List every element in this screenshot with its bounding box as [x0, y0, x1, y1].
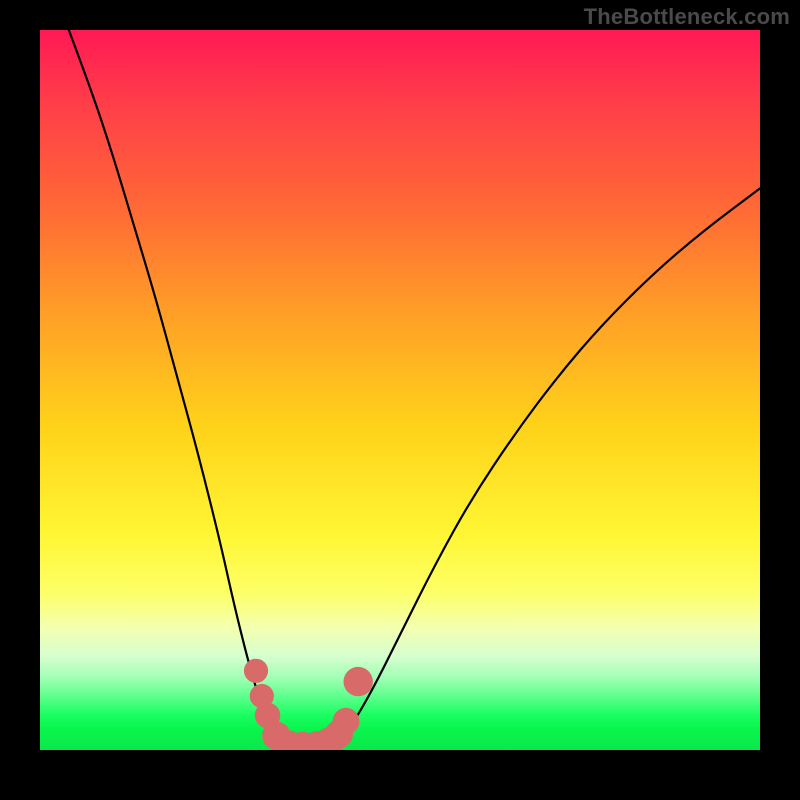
highlight-marker	[344, 667, 373, 696]
bottleneck-curve	[69, 30, 760, 749]
chart-frame: TheBottleneck.com	[0, 0, 800, 800]
highlight-marker	[333, 708, 360, 735]
highlight-marker	[244, 659, 268, 683]
marker-group	[244, 659, 373, 750]
watermark-text: TheBottleneck.com	[584, 4, 790, 30]
curve-layer	[40, 30, 760, 750]
